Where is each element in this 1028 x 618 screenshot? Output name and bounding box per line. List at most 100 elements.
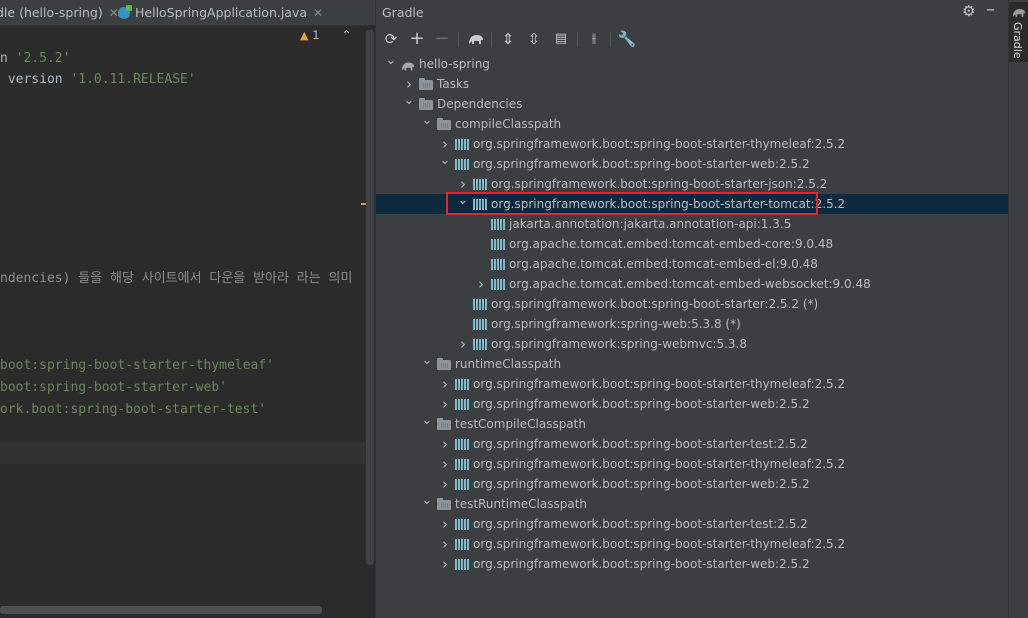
tree-row[interactable]: ⌄ runtimeClasspath (376, 351, 1008, 374)
chevron-down-icon[interactable]: ⌄ (385, 51, 397, 71)
tree-row-label: Tasks (437, 77, 470, 91)
gear-icon[interactable]: ⚙ (962, 2, 975, 20)
chevron-down-icon[interactable]: ⌄ (421, 491, 433, 511)
tree-row-label: org.springframework.boot:spring-boot-sta… (473, 437, 808, 451)
library-icon (491, 239, 505, 250)
vertical-scrollbar[interactable] (366, 30, 374, 565)
minimize-icon[interactable]: – (986, 0, 995, 20)
library-icon (491, 279, 505, 290)
code-line: ndencies) 들을 해당 사이트에서 다운을 받아라 라는 의미 (0, 269, 352, 289)
tree-row-selected[interactable]: ⌄ org.springframework.boot:spring-boot-st… (376, 191, 1008, 214)
library-icon (455, 399, 469, 410)
tree-row-label: hello-spring (419, 57, 490, 71)
tree-row[interactable]: org.apache.tomcat.embed:tomcat-embed-cor… (376, 234, 1008, 254)
library-icon (473, 199, 487, 210)
remove-icon[interactable]: − (432, 27, 452, 51)
chevron-right-icon[interactable]: › (439, 434, 451, 454)
collapse-all-icon[interactable]: ⇳ (524, 27, 544, 51)
tree-row[interactable]: › org.springframework.boot:spring-boot-st… (376, 514, 1008, 534)
chevron-right-icon[interactable]: › (439, 454, 451, 474)
tree-row[interactable]: › org.springframework.boot:spring-boot-st… (376, 554, 1008, 574)
tree-row[interactable]: jakarta.annotation:jakarta.annotation-ap… (376, 214, 1008, 234)
chevron-right-icon[interactable]: › (439, 534, 451, 554)
tree-row[interactable]: org.springframework:spring-web:5.3.8 (*) (376, 314, 1008, 334)
expand-all-icon[interactable]: ⇕ (498, 27, 518, 51)
chevron-right-icon[interactable]: › (457, 334, 469, 354)
chevron-down-icon[interactable]: ⌄ (439, 151, 451, 171)
chevron-right-icon[interactable]: › (439, 394, 451, 414)
tree-row-label: org.springframework.boot:spring-boot-sta… (473, 517, 808, 531)
tree-row[interactable]: › org.springframework.boot:spring-boot-st… (376, 374, 1008, 394)
code-token: version (0, 72, 71, 87)
tree-row-label: testCompileClasspath (455, 417, 586, 431)
folder-icon (419, 78, 433, 90)
tree-row-label: org.springframework.boot:spring-boot-sta… (473, 397, 810, 411)
gradle-project-icon (401, 58, 415, 71)
tree-row[interactable]: › org.springframework.boot:spring-boot-st… (376, 394, 1008, 414)
tree-row-label: testRuntimeClasspath (455, 497, 588, 511)
chevron-down-icon[interactable]: ⌄ (457, 191, 469, 211)
tree-row-label: org.springframework.boot:spring-boot-sta… (473, 477, 810, 491)
tree-row[interactable]: › org.springframework.boot:spring-boot-st… (376, 454, 1008, 474)
editor-tab-bar: dle (hello-spring) ✕ HelloSpringApplicati… (0, 0, 376, 26)
tree-row[interactable]: › org.springframework.boot:spring-boot-st… (376, 134, 1008, 154)
stripe-tab-gradle[interactable]: Gradle (1009, 2, 1028, 62)
chevron-down-icon[interactable]: ⌄ (421, 351, 433, 371)
tree-row[interactable]: › org.apache.tomcat.embed:tomcat-embed-we… (376, 274, 1008, 294)
tree-row[interactable]: ⌄ org.springframework.boot:spring-boot-st… (376, 151, 1008, 174)
tree-row[interactable]: › org.springframework.boot:spring-boot-st… (376, 474, 1008, 494)
add-icon[interactable]: + (407, 27, 427, 51)
tab-label: HelloSpringApplication.java (135, 5, 308, 20)
library-icon (455, 539, 469, 550)
chevron-down-icon[interactable]: ⌄ (403, 91, 415, 111)
gradle-tree[interactable]: ⌄ hello-spring › Tasks ⌄ Dependencies ⌄ compile… (376, 51, 1008, 618)
previous-highlight-icon[interactable]: ⌃ (341, 28, 351, 42)
gradle-toolbar: ⟳ + − ⇕ ⇳ ▤ ⫲ 🔧 (376, 27, 1008, 53)
code-string: boot:spring-boot-starter-web' (0, 380, 227, 395)
tree-row-label: org.springframework.boot:spring-boot-sta… (473, 377, 846, 391)
chevron-down-icon[interactable]: ⌄ (421, 111, 433, 131)
chevron-right-icon[interactable]: › (475, 274, 487, 294)
tree-row[interactable]: ⌄ compileClasspath (376, 111, 1008, 134)
tree-row[interactable]: org.springframework.boot:spring-boot-sta… (376, 294, 1008, 314)
library-icon (473, 339, 487, 350)
tree-row-label: org.springframework.boot:spring-boot-sta… (473, 457, 846, 471)
tree-row[interactable]: › org.springframework.boot:spring-boot-st… (376, 434, 1008, 454)
tree-row[interactable]: › Tasks (376, 74, 1008, 94)
chevron-down-icon[interactable]: ⌄ (421, 411, 433, 431)
refresh-icon[interactable]: ⟳ (381, 27, 401, 51)
tree-row-label: org.springframework.boot:spring-boot-sta… (473, 157, 810, 171)
toolbar-separator (491, 32, 492, 47)
tree-row[interactable]: › org.springframework.boot:spring-boot-st… (376, 174, 1008, 194)
chevron-right-icon[interactable]: › (439, 474, 451, 494)
code-string: '2.5.2' (15, 51, 71, 66)
tree-row-label: jakarta.annotation:jakarta.annotation-ap… (509, 217, 792, 231)
chevron-right-icon[interactable]: › (439, 374, 451, 394)
chevron-right-icon[interactable]: › (439, 514, 451, 534)
tree-row-label: org.springframework:spring-web:5.3.8 (*) (491, 317, 741, 331)
tree-row[interactable]: ⌄ Dependencies (376, 91, 1008, 114)
offline-mode-icon[interactable]: ⫲ (584, 27, 604, 51)
warning-icon[interactable]: ▲ (300, 29, 308, 42)
tree-row[interactable]: ⌄ hello-spring (376, 51, 1008, 74)
tree-row[interactable]: ⌄ testCompileClasspath (376, 411, 1008, 434)
group-modules-icon[interactable]: ▤ (551, 27, 571, 51)
tree-row[interactable]: › org.springframework:spring-webmvc:5.3.8 (376, 334, 1008, 354)
tab-build-gradle[interactable]: dle (hello-spring) ✕ (0, 0, 119, 25)
execute-task-icon[interactable] (466, 27, 486, 51)
wrench-icon[interactable]: 🔧 (617, 27, 637, 51)
library-icon (455, 519, 469, 530)
code-editor[interactable]: dle (hello-spring) ✕ HelloSpringApplicati… (0, 0, 376, 618)
toolbar-separator (458, 32, 459, 47)
tree-row[interactable]: org.apache.tomcat.embed:tomcat-embed-el:… (376, 254, 1008, 274)
folder-icon (437, 418, 451, 430)
code-string: '1.0.11.RELEASE' (70, 72, 196, 87)
horizontal-scrollbar[interactable] (0, 606, 322, 614)
tree-row[interactable]: ⌄ testRuntimeClasspath (376, 491, 1008, 514)
tree-row[interactable]: › org.springframework.boot:spring-boot-st… (376, 534, 1008, 554)
tree-row-label: compileClasspath (455, 117, 562, 131)
tree-row-label: org.springframework.boot:spring-boot-sta… (473, 137, 846, 151)
chevron-right-icon[interactable]: › (439, 554, 451, 574)
close-icon[interactable]: ✕ (313, 6, 323, 20)
tab-hello-spring-application[interactable]: HelloSpringApplication.java ✕ (118, 0, 323, 25)
